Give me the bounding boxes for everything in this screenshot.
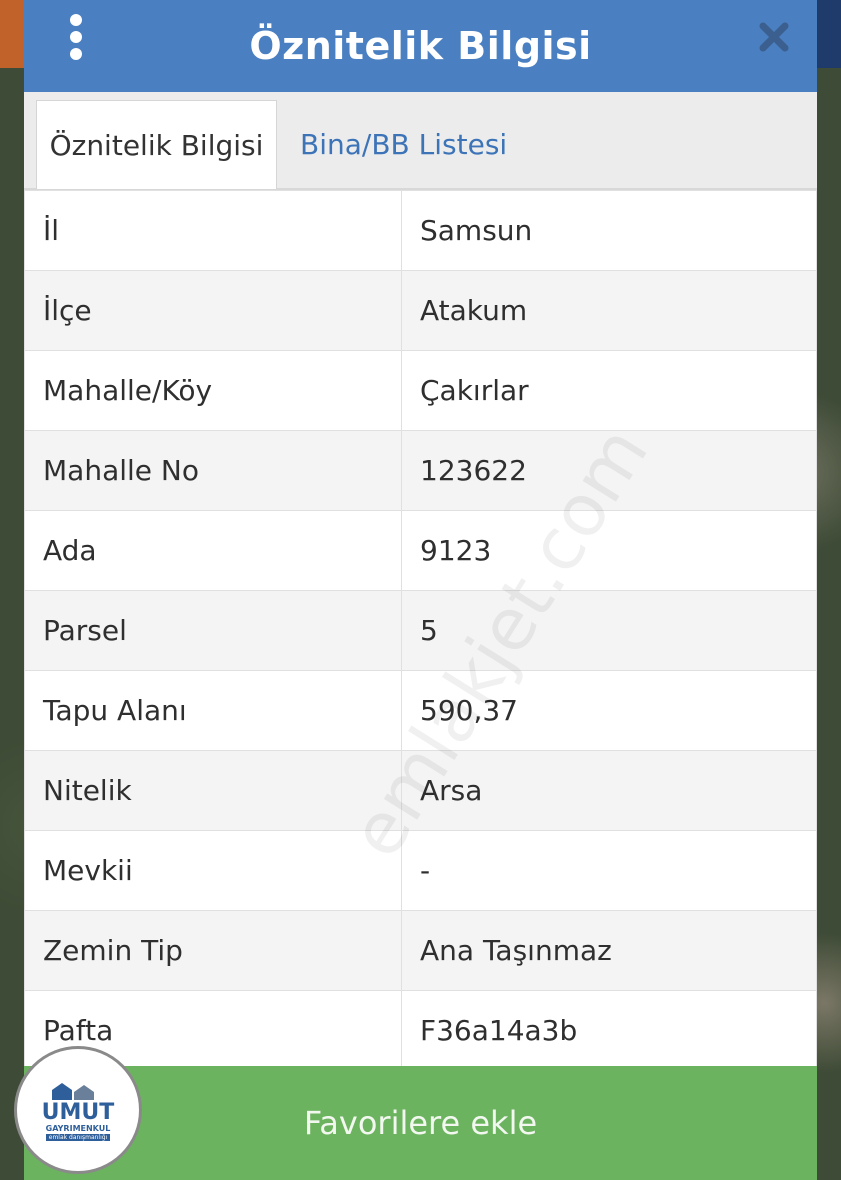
- company-logo: UMUT GAYRIMENKUL emlak danışmanlığı: [14, 1046, 142, 1174]
- logo-name: UMUT: [41, 1099, 115, 1125]
- table-row: İlçe Atakum: [24, 270, 817, 351]
- table-row: Nitelik Arsa: [24, 750, 817, 831]
- tab-bar: Öznitelik Bilgisi Bina/BB Listesi: [24, 92, 817, 190]
- attribute-value: Arsa: [401, 750, 817, 831]
- table-row: Tapu Alanı 590,37: [24, 670, 817, 751]
- attribute-value: 9123: [401, 510, 817, 591]
- tab-building-list[interactable]: Bina/BB Listesi: [300, 100, 507, 188]
- attribute-table: İl Samsun İlçe Atakum Mahalle/Köy Çakırlar Mah…: [24, 190, 817, 1071]
- attribute-key: İl: [24, 190, 402, 271]
- attribute-value: 590,37: [401, 670, 817, 751]
- table-row: Mahalle No 123622: [24, 430, 817, 511]
- table-row: Mevkii -: [24, 830, 817, 911]
- table-row: Pafta F36a14a3b: [24, 990, 817, 1071]
- table-row: İl Samsun: [24, 190, 817, 271]
- background-app-bar-left: [0, 0, 24, 68]
- attribute-value: Samsun: [401, 190, 817, 271]
- attribute-value: 5: [401, 590, 817, 671]
- house-icon: [52, 1082, 94, 1100]
- close-icon[interactable]: [757, 20, 791, 54]
- background-app-bar-right: [817, 0, 841, 68]
- tab-attribute-info[interactable]: Öznitelik Bilgisi: [36, 100, 277, 189]
- logo-subtitle: GAYRIMENKUL: [45, 1123, 111, 1133]
- attribute-value: F36a14a3b: [401, 990, 817, 1071]
- attribute-key: İlçe: [24, 270, 402, 351]
- attribute-value: Ana Taşınmaz: [401, 910, 817, 991]
- attribute-info-dialog: Öznitelik Bilgisi Öznitelik Bilgisi Bina…: [24, 0, 817, 1180]
- logo-tagline: emlak danışmanlığı: [45, 1133, 111, 1141]
- dialog-header: Öznitelik Bilgisi: [24, 0, 817, 92]
- attribute-key: Mevkii: [24, 830, 402, 911]
- dialog-title: Öznitelik Bilgisi: [249, 24, 592, 68]
- table-row: Ada 9123: [24, 510, 817, 591]
- add-to-favorites-button[interactable]: Favorilere ekle: [24, 1066, 817, 1180]
- more-vertical-icon[interactable]: [66, 14, 86, 60]
- attribute-key: Mahalle No: [24, 430, 402, 511]
- attribute-key: Ada: [24, 510, 402, 591]
- table-row: Mahalle/Köy Çakırlar: [24, 350, 817, 431]
- attribute-value: -: [401, 830, 817, 911]
- attribute-key: Parsel: [24, 590, 402, 671]
- attribute-value: Çakırlar: [401, 350, 817, 431]
- attribute-key: Nitelik: [24, 750, 402, 831]
- attribute-value: Atakum: [401, 270, 817, 351]
- table-row: Parsel 5: [24, 590, 817, 671]
- attribute-key: Tapu Alanı: [24, 670, 402, 751]
- attribute-key: Mahalle/Köy: [24, 350, 402, 431]
- attribute-value: 123622: [401, 430, 817, 511]
- attribute-key: Zemin Tip: [24, 910, 402, 991]
- table-row: Zemin Tip Ana Taşınmaz: [24, 910, 817, 991]
